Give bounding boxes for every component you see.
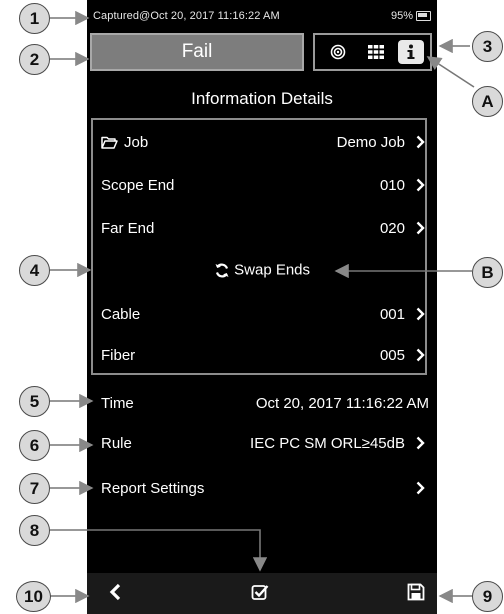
- callout-2: 2: [19, 44, 50, 75]
- callout-lines: [50, 10, 475, 604]
- callout-a: A: [472, 86, 503, 117]
- callout-b: B: [472, 257, 503, 288]
- callout-7: 7: [19, 473, 50, 504]
- callout-5: 5: [19, 386, 50, 417]
- callout-8: 8: [19, 515, 50, 546]
- callout-6: 6: [19, 430, 50, 461]
- callout-3: 3: [472, 31, 503, 62]
- callout-4: 4: [19, 255, 50, 286]
- callout-10: 10: [16, 581, 51, 612]
- callout-1: 1: [19, 3, 50, 34]
- callout-9: 9: [472, 581, 503, 612]
